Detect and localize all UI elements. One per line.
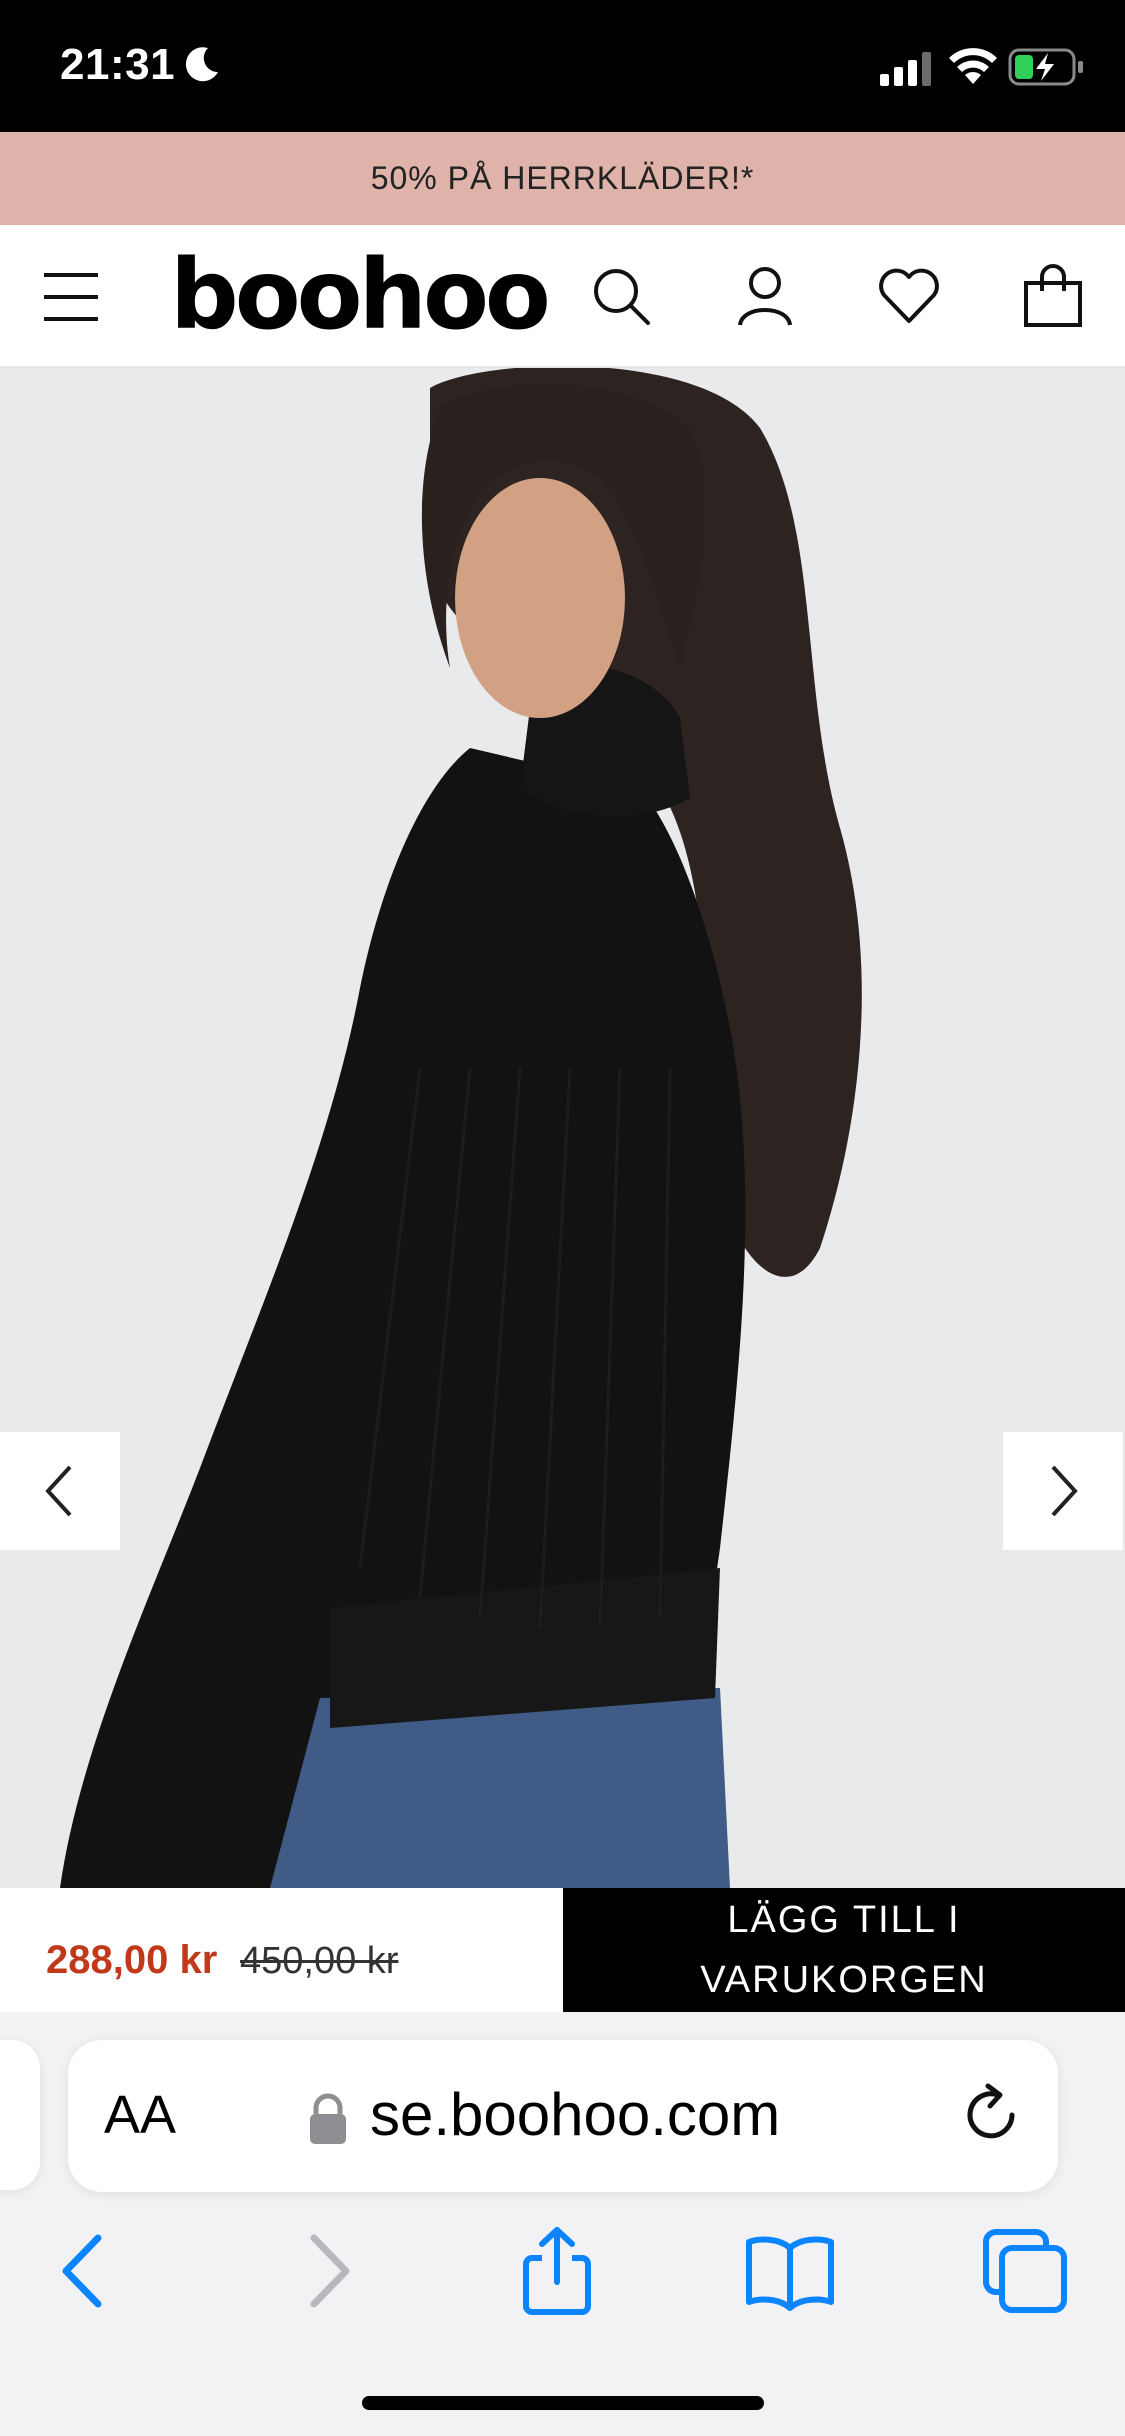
text-size-label: AA bbox=[104, 2085, 177, 2145]
add-to-cart-label-line2: VARUKORGEN bbox=[700, 1959, 988, 2001]
price-bar: 288,00 kr 450,00 kr LÄGG TILL I VARUKORG… bbox=[0, 1888, 1125, 2012]
forward-icon[interactable] bbox=[282, 2226, 372, 2316]
share-icon[interactable] bbox=[512, 2226, 602, 2316]
product-image[interactable] bbox=[0, 368, 1125, 1888]
model-photo bbox=[0, 368, 1125, 1888]
reload-icon[interactable] bbox=[958, 2082, 1024, 2148]
address-bar[interactable]: AA se.boohoo.com bbox=[68, 2040, 1058, 2192]
url-text: se.boohoo.com bbox=[370, 2081, 781, 2148]
menu-icon[interactable] bbox=[40, 267, 102, 327]
text-size-button[interactable]: AA bbox=[104, 2084, 176, 2146]
cellular-signal-icon bbox=[880, 52, 931, 86]
previous-tab-preview[interactable] bbox=[0, 2040, 40, 2190]
site-header: boohoo bbox=[0, 225, 1125, 368]
original-price: 450,00 kr bbox=[240, 1940, 399, 1982]
wifi-icon bbox=[949, 48, 997, 84]
search-icon[interactable] bbox=[588, 263, 654, 329]
moon-icon bbox=[185, 47, 218, 82]
back-icon[interactable] bbox=[40, 2226, 130, 2316]
boohoo-logo[interactable]: boohoo bbox=[170, 245, 551, 345]
battery-charging-icon bbox=[1008, 48, 1083, 86]
browser-toolbar: AA se.boohoo.com bbox=[0, 2012, 1125, 2436]
status-bar: 21:31 bbox=[0, 0, 1125, 132]
status-time: 21:31 bbox=[60, 40, 176, 89]
home-indicator bbox=[362, 2396, 764, 2410]
shopping-bag-icon[interactable] bbox=[1020, 263, 1086, 329]
carousel-next-button[interactable] bbox=[1003, 1432, 1123, 1550]
sale-price: 288,00 kr bbox=[46, 1938, 218, 1982]
chevron-right-icon bbox=[1051, 1465, 1078, 1517]
chevron-left-icon bbox=[45, 1465, 72, 1517]
lock-icon bbox=[310, 2093, 346, 2144]
tabs-icon[interactable] bbox=[980, 2226, 1070, 2316]
add-to-cart-button[interactable]: LÄGG TILL I VARUKORGEN bbox=[563, 1888, 1125, 2012]
bookmarks-icon[interactable] bbox=[745, 2226, 835, 2316]
promo-banner[interactable]: 50% PÅ HERRKLÄDER!* bbox=[0, 132, 1125, 225]
heart-icon[interactable] bbox=[876, 263, 942, 329]
promo-text: 50% PÅ HERRKLÄDER!* bbox=[370, 160, 755, 196]
account-icon[interactable] bbox=[732, 263, 798, 329]
carousel-prev-button[interactable] bbox=[0, 1432, 120, 1550]
add-to-cart-label-line1: LÄGG TILL I bbox=[727, 1899, 961, 1941]
